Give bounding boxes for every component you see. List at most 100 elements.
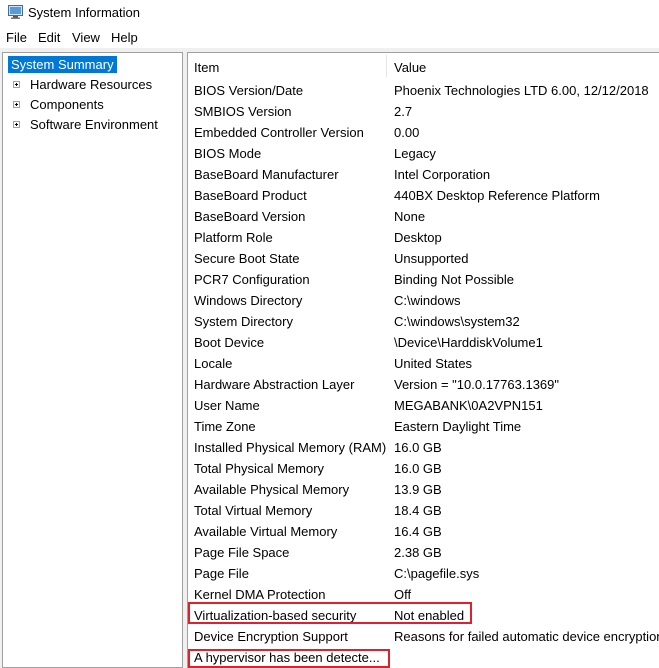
cell-item: Kernel DMA Protection	[194, 587, 326, 602]
cell-item: System Directory	[194, 314, 293, 329]
table-row[interactable]: BaseBoard Manufacturer Intel Corporation	[188, 164, 659, 185]
table-row[interactable]: User Name MEGABANK\0A2VPN151	[188, 395, 659, 416]
cell-item: Available Virtual Memory	[194, 524, 338, 539]
table-row[interactable]: Embedded Controller Version 0.00	[188, 122, 659, 143]
column-divider[interactable]	[386, 55, 387, 77]
table-row[interactable]: BIOS Version/Date Phoenix Technologies LT…	[188, 80, 659, 101]
cell-item: Platform Role	[194, 230, 273, 245]
tree-item-hardware-resources[interactable]: Hardware Resources	[3, 75, 182, 95]
cell-value: 440BX Desktop Reference Platform	[394, 188, 600, 203]
cell-item: Page File Space	[194, 545, 290, 560]
cell-item: Hardware Abstraction Layer	[194, 377, 355, 392]
cell-value: Unsupported	[394, 251, 469, 266]
tree-item-components[interactable]: Components	[3, 95, 182, 115]
table-row[interactable]: Available Physical Memory 13.9 GB	[188, 479, 659, 500]
tree-item-label: Hardware Resources	[30, 77, 153, 92]
menu-edit[interactable]: Edit	[38, 30, 60, 45]
cell-item: Total Physical Memory	[194, 461, 325, 476]
tree-item-label: System Summary	[8, 56, 117, 73]
cell-item: Available Physical Memory	[194, 482, 350, 497]
tree-item-system-summary[interactable]: System Summary	[3, 55, 182, 75]
table-row[interactable]: Total Virtual Memory 18.4 GB	[188, 500, 659, 521]
table-row[interactable]: Platform Role Desktop	[188, 227, 659, 248]
tree-item-label: Software Environment	[30, 117, 158, 132]
cell-item: SMBIOS Version	[194, 104, 292, 119]
details-list[interactable]: Item Value BIOS Version/Date Phoenix Tech…	[187, 52, 659, 668]
menu-bar: File Edit View Help	[0, 26, 659, 48]
cell-value: United States	[394, 356, 473, 371]
table-row[interactable]: Virtualization-based security Not enabled	[188, 605, 659, 626]
table-row[interactable]: Time Zone Eastern Daylight Time	[188, 416, 659, 437]
column-header-item[interactable]: Item	[194, 60, 219, 75]
table-row[interactable]: Windows Directory C:\windows	[188, 290, 659, 311]
cell-value: 16.4 GB	[394, 524, 442, 539]
table-row[interactable]: BaseBoard Version None	[188, 206, 659, 227]
plus-box-icon[interactable]	[13, 121, 20, 128]
cell-item: Virtualization-based security	[194, 608, 357, 623]
table-row[interactable]: Boot Device \Device\HarddiskVolume1	[188, 332, 659, 353]
cell-item: Installed Physical Memory (RAM)	[194, 440, 387, 455]
cell-value: Not enabled	[394, 608, 465, 623]
cell-value: Desktop	[394, 230, 442, 245]
table-row[interactable]: Hardware Abstraction Layer Version = "10.…	[188, 374, 659, 395]
cell-item: BaseBoard Version	[194, 209, 306, 224]
cell-value: 13.9 GB	[394, 482, 442, 497]
plus-box-icon[interactable]	[13, 101, 20, 108]
cell-value: Binding Not Possible	[394, 272, 514, 287]
cell-item: BaseBoard Product	[194, 188, 307, 203]
cell-value: Version = "10.0.17763.1369"	[394, 377, 560, 392]
tree-item-label: Components	[30, 97, 104, 112]
column-header-value[interactable]: Value	[394, 60, 426, 75]
table-row[interactable]: Total Physical Memory 16.0 GB	[188, 458, 659, 479]
menu-file[interactable]: File	[6, 30, 27, 45]
table-row[interactable]: Device Encryption Support Reasons for fai…	[188, 626, 659, 647]
window-title: System Information	[28, 5, 140, 20]
cell-item: Locale	[194, 356, 233, 371]
cell-item: Secure Boot State	[194, 251, 300, 266]
system-information-icon	[8, 5, 23, 19]
table-row[interactable]: PCR7 Configuration Binding Not Possible	[188, 269, 659, 290]
cell-value: None	[394, 209, 426, 224]
cell-value: 2.7	[394, 104, 413, 119]
cell-value: C:\pagefile.sys	[394, 566, 480, 581]
table-row[interactable]: Secure Boot State Unsupported	[188, 248, 659, 269]
cell-item: A hypervisor has been detecte...	[194, 650, 380, 665]
cell-item: Embedded Controller Version	[194, 125, 364, 140]
cell-value: Off	[394, 587, 412, 602]
cell-value: C:\windows	[394, 293, 461, 308]
cell-item: BaseBoard Manufacturer	[194, 167, 339, 182]
cell-value: 16.0 GB	[394, 461, 442, 476]
cell-value: 2.38 GB	[394, 545, 442, 560]
cell-value: \Device\HarddiskVolume1	[394, 335, 543, 350]
cell-value: Eastern Daylight Time	[394, 419, 522, 434]
table-row[interactable]: BaseBoard Product 440BX Desktop Reference…	[188, 185, 659, 206]
table-row[interactable]: Locale United States	[188, 353, 659, 374]
table-row[interactable]: Kernel DMA Protection Off	[188, 584, 659, 605]
cell-item: Device Encryption Support	[194, 629, 348, 644]
cell-item: Total Virtual Memory	[194, 503, 313, 518]
table-row[interactable]: BIOS Mode Legacy	[188, 143, 659, 164]
category-tree[interactable]: System Summary Hardware Resources Compon…	[2, 52, 183, 668]
table-row[interactable]: Page File Space 2.38 GB	[188, 542, 659, 563]
table-row[interactable]: System Directory C:\windows\system32	[188, 311, 659, 332]
cell-item: User Name	[194, 398, 260, 413]
cell-item: PCR7 Configuration	[194, 272, 310, 287]
table-row[interactable]: SMBIOS Version 2.7	[188, 101, 659, 122]
table-row[interactable]: Available Virtual Memory 16.4 GB	[188, 521, 659, 542]
cell-value: Reasons for failed automatic device encr…	[394, 629, 659, 644]
cell-value: C:\windows\system32	[394, 314, 520, 329]
table-row[interactable]: A hypervisor has been detecte...	[188, 647, 659, 668]
cell-value: Phoenix Technologies LTD 6.00, 12/12/201…	[394, 83, 649, 98]
menu-help[interactable]: Help	[111, 30, 138, 45]
cell-value: Legacy	[394, 146, 436, 161]
table-row[interactable]: Page File C:\pagefile.sys	[188, 563, 659, 584]
plus-box-icon[interactable]	[13, 81, 20, 88]
cell-item: Page File	[194, 566, 249, 581]
tree-item-software-environment[interactable]: Software Environment	[3, 115, 182, 135]
cell-value: 16.0 GB	[394, 440, 442, 455]
menu-view[interactable]: View	[72, 30, 100, 45]
cell-value: 0.00	[394, 125, 420, 140]
cell-item: BIOS Version/Date	[194, 83, 304, 98]
table-row[interactable]: Installed Physical Memory (RAM) 16.0 GB	[188, 437, 659, 458]
cell-value: 18.4 GB	[394, 503, 442, 518]
